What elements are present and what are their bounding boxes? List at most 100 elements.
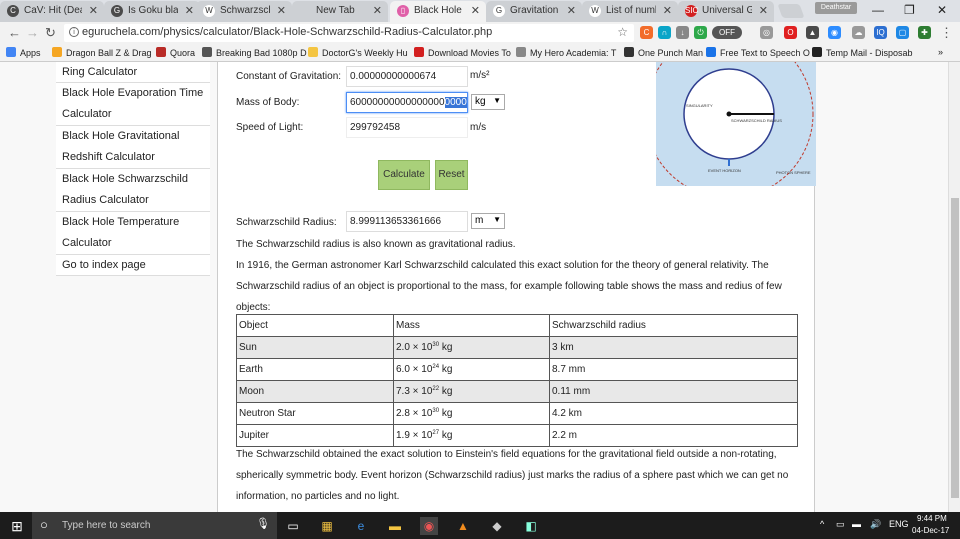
tab-7[interactable]: SICUniversal Gra ✕ xyxy=(678,1,774,22)
honey-icon[interactable]: C xyxy=(640,26,653,39)
result-unit-select[interactable]: m ▼ xyxy=(471,213,505,229)
new-tab-button[interactable] xyxy=(777,4,805,18)
tray-date[interactable]: 04-Dec-17 xyxy=(912,526,949,535)
puzzle-icon[interactable]: ✚ xyxy=(918,26,931,39)
taskbar-search[interactable]: ○ Type here to search 🎙 xyxy=(32,512,277,539)
windows-start-icon[interactable]: ⊞ xyxy=(8,517,26,535)
calculate-button[interactable]: Calculate xyxy=(378,160,430,190)
sidebar-item-ring[interactable]: Ring Calculator xyxy=(56,62,210,83)
edge-icon[interactable]: e xyxy=(352,517,370,535)
close-icon[interactable]: ✕ xyxy=(373,4,382,17)
app2-icon[interactable]: ◧ xyxy=(522,517,540,535)
close-icon[interactable]: ✕ xyxy=(759,4,768,17)
close-icon[interactable]: ✕ xyxy=(663,4,672,17)
result-output[interactable]: 8.999113653361666 xyxy=(346,211,468,232)
toggle-icon[interactable]: OFF xyxy=(712,26,742,39)
circle-icon[interactable]: ◎ xyxy=(760,26,773,39)
chrome-icon[interactable]: ◉ xyxy=(420,517,438,535)
table-row: Sun 2.0 × 1030 kg 3 km xyxy=(236,336,798,359)
sidebar-item-evaporation[interactable]: Black Hole Evaporation Time Calculator xyxy=(56,83,210,126)
bookmark-item[interactable]: Free Text to Speech O xyxy=(706,47,810,58)
table-cell-object: Sun xyxy=(236,336,394,359)
bookmark-item[interactable]: My Hero Academia: T xyxy=(516,47,616,58)
reset-button[interactable]: Reset xyxy=(435,160,468,190)
result-unit-value: m xyxy=(475,215,484,226)
light-input[interactable]: 299792458 xyxy=(346,117,468,138)
tab-0[interactable]: C CaV: Hit (Dea ✕ xyxy=(0,1,104,22)
star-icon[interactable]: ☆ xyxy=(617,25,628,39)
tab-5[interactable]: G Gravitation Ca ✕ xyxy=(486,1,582,22)
tab-4[interactable]: ▯ Black Hole Sc ✕ xyxy=(390,1,486,22)
mass-input-text: 60000000000000000 xyxy=(350,97,445,108)
tray-volume-icon[interactable]: 🔊 xyxy=(870,519,881,530)
tab-label: Schwarzschild xyxy=(220,5,270,16)
tab-1[interactable]: G Is Goku black ✕ xyxy=(104,1,200,22)
tray-battery-icon[interactable]: ▬ xyxy=(852,519,861,529)
bookmark-item[interactable]: Quora xyxy=(156,47,195,58)
tray-up-icon[interactable]: ^ xyxy=(820,519,824,529)
tab-2[interactable]: W Schwarzschild ✕ xyxy=(196,1,292,22)
table-cell-radius: 4.2 km xyxy=(549,402,798,425)
app-icon[interactable]: ◆ xyxy=(488,517,506,535)
close-icon[interactable]: ✕ xyxy=(89,4,98,17)
restore-icon[interactable]: ❐ xyxy=(904,3,915,17)
info-icon[interactable]: i xyxy=(69,27,79,37)
bookmark-label: DoctorG's Weekly Hu xyxy=(322,48,408,58)
mass-unit-select[interactable]: kg ▼ xyxy=(471,94,505,110)
menu-icon[interactable]: ⋮ xyxy=(940,25,953,41)
tab-6[interactable]: W List of numbe ✕ xyxy=(582,1,678,22)
bookmark-item[interactable]: Dragon Ball Z & Drag xyxy=(52,47,152,58)
reload-icon[interactable]: ↻ xyxy=(45,25,56,41)
power-icon[interactable]: ⏻ xyxy=(694,26,707,39)
bookmark-label: Temp Mail - Disposab xyxy=(826,48,913,58)
back-icon[interactable]: ← xyxy=(8,25,21,40)
bookmark-item[interactable]: Download Movies To xyxy=(414,47,511,58)
profile-badge[interactable]: Deathstar xyxy=(815,2,857,14)
cloud-icon[interactable]: ☁ xyxy=(852,26,865,39)
close-window-icon[interactable]: ✕ xyxy=(937,3,947,17)
sidebar-item-temperature[interactable]: Black Hole Temperature Calculator xyxy=(56,212,210,255)
mass-input[interactable]: 60000000000000000000000 xyxy=(346,92,468,113)
gravitation-input[interactable]: 0.00000000000674 xyxy=(346,66,468,87)
tray-language[interactable]: ENG xyxy=(889,519,909,529)
minimize-icon[interactable]: — xyxy=(872,3,884,17)
opera-icon[interactable]: O xyxy=(784,26,797,39)
page-scrollbar[interactable] xyxy=(948,62,960,512)
tray-time[interactable]: 9:44 PM xyxy=(917,514,947,523)
photon-sphere-label: PHOTON SPHERE xyxy=(776,170,811,175)
close-icon[interactable]: ✕ xyxy=(471,4,480,17)
forward-icon[interactable]: → xyxy=(26,25,39,40)
tray-network-icon[interactable]: ▭ xyxy=(836,519,845,530)
zoom-icon[interactable]: ◉ xyxy=(828,26,841,39)
sidebar-item-index[interactable]: Go to index page xyxy=(56,255,210,276)
microphone-icon[interactable]: 🎙 xyxy=(256,517,270,530)
file-explorer-icon[interactable]: ▬ xyxy=(386,517,404,535)
shield-icon[interactable]: ▲ xyxy=(806,26,819,39)
close-icon[interactable]: ✕ xyxy=(567,4,576,17)
sidebar-item-redshift[interactable]: Black Hole Gravitational Redshift Calcul… xyxy=(56,126,210,169)
download-icon[interactable]: ↓ xyxy=(676,26,689,39)
bookmark-item[interactable]: Breaking Bad 1080p D xyxy=(202,47,307,58)
scrollbar-thumb[interactable] xyxy=(951,198,959,498)
bookmarks-more[interactable]: » xyxy=(938,47,943,57)
tab-3[interactable]: New Tab ✕ xyxy=(292,1,388,22)
bookmark-item[interactable]: Temp Mail - Disposab xyxy=(812,47,913,58)
vlc-icon[interactable]: ▲ xyxy=(454,517,472,535)
bookmark-item[interactable]: Apps xyxy=(6,47,41,58)
square-icon[interactable]: ▢ xyxy=(896,26,909,39)
event-horizon-label: EVENT HORIZON xyxy=(708,168,741,173)
bookmark-item[interactable]: One Punch Man xyxy=(624,47,703,58)
globe-icon xyxy=(516,47,526,57)
store-icon[interactable]: ▦ xyxy=(318,517,336,535)
bookmark-item[interactable]: DoctorG's Weekly Hu xyxy=(308,47,408,58)
mass-base: 1.9 × 10 xyxy=(396,430,433,441)
iq-icon[interactable]: IQ xyxy=(874,26,887,39)
close-icon[interactable]: ✕ xyxy=(277,4,286,17)
sidebar-item-schwarzschild[interactable]: Black Hole Schwarzschild Radius Calculat… xyxy=(56,169,210,212)
table-header-object: Object xyxy=(236,314,394,337)
close-icon[interactable]: ✕ xyxy=(185,4,194,17)
address-bar[interactable]: i eguruchela.com/physics/calculator/Blac… xyxy=(64,24,634,42)
headphones-icon[interactable]: ∩ xyxy=(658,26,671,39)
task-view-icon[interactable]: ▭ xyxy=(284,517,302,535)
table-cell-mass: 6.0 × 1024 kg xyxy=(393,358,550,381)
